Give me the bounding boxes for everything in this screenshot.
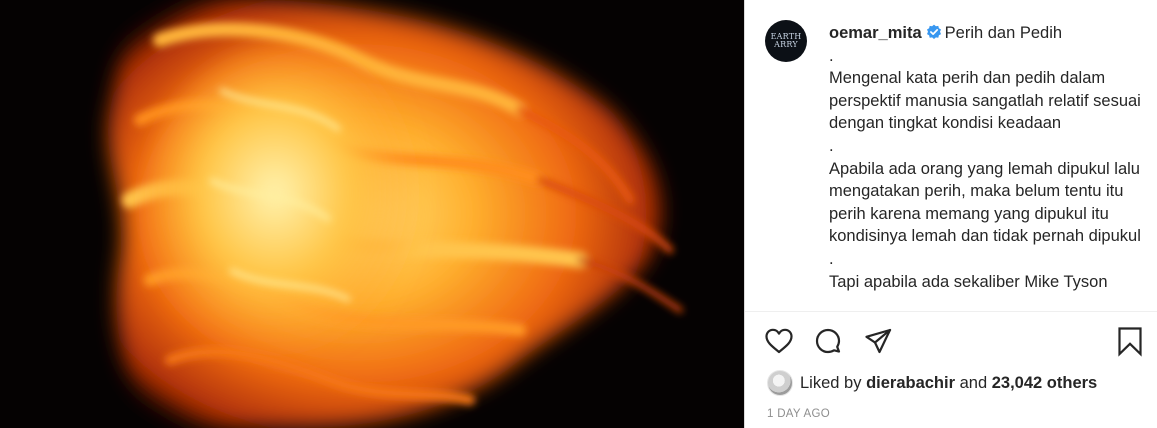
caption-scroll-area[interactable]: EARTH ARRY oemar_mita Perih dan Pedih . M… [745,0,1157,311]
post-caption: oemar_mita Perih dan Pedih . Mengenal kat… [829,22,1147,293]
liked-by-conjunction: and [959,373,988,392]
avatar-logo-text: EARTH ARRY [770,32,802,49]
fire-illustration [0,0,744,428]
paper-plane-icon [865,328,892,354]
bookmark-icon [1118,327,1142,357]
liked-by-prefix: Liked by [800,373,862,392]
liker-username[interactable]: dierabachir [866,374,955,393]
author-avatar[interactable]: EARTH ARRY [765,20,807,62]
liker-avatar[interactable] [767,370,793,396]
post-image-fire[interactable] [0,0,744,428]
actions-divider [745,311,1157,312]
caption-title: Perih dan Pedih [944,24,1063,42]
likes-others-count[interactable]: 23,042 others [992,374,1097,393]
post-timestamp[interactable]: 1 DAY AGO [767,408,830,420]
likes-summary: Liked by dierabachir and 23,042 others [767,370,1097,396]
caption-body: . Mengenal kata perih dan pedih dalam pe… [829,46,1141,291]
author-username[interactable]: oemar_mita [829,24,922,42]
heart-icon [765,328,793,354]
comment-button[interactable] [812,325,844,357]
post-container: EARTH ARRY oemar_mita Perih dan Pedih . M… [0,0,1157,428]
post-details-panel: EARTH ARRY oemar_mita Perih dan Pedih . M… [745,0,1157,428]
save-button[interactable] [1114,325,1146,357]
like-button[interactable] [763,325,795,357]
verified-badge-icon [926,24,941,39]
share-button[interactable] [862,325,894,357]
comment-icon [815,328,841,354]
